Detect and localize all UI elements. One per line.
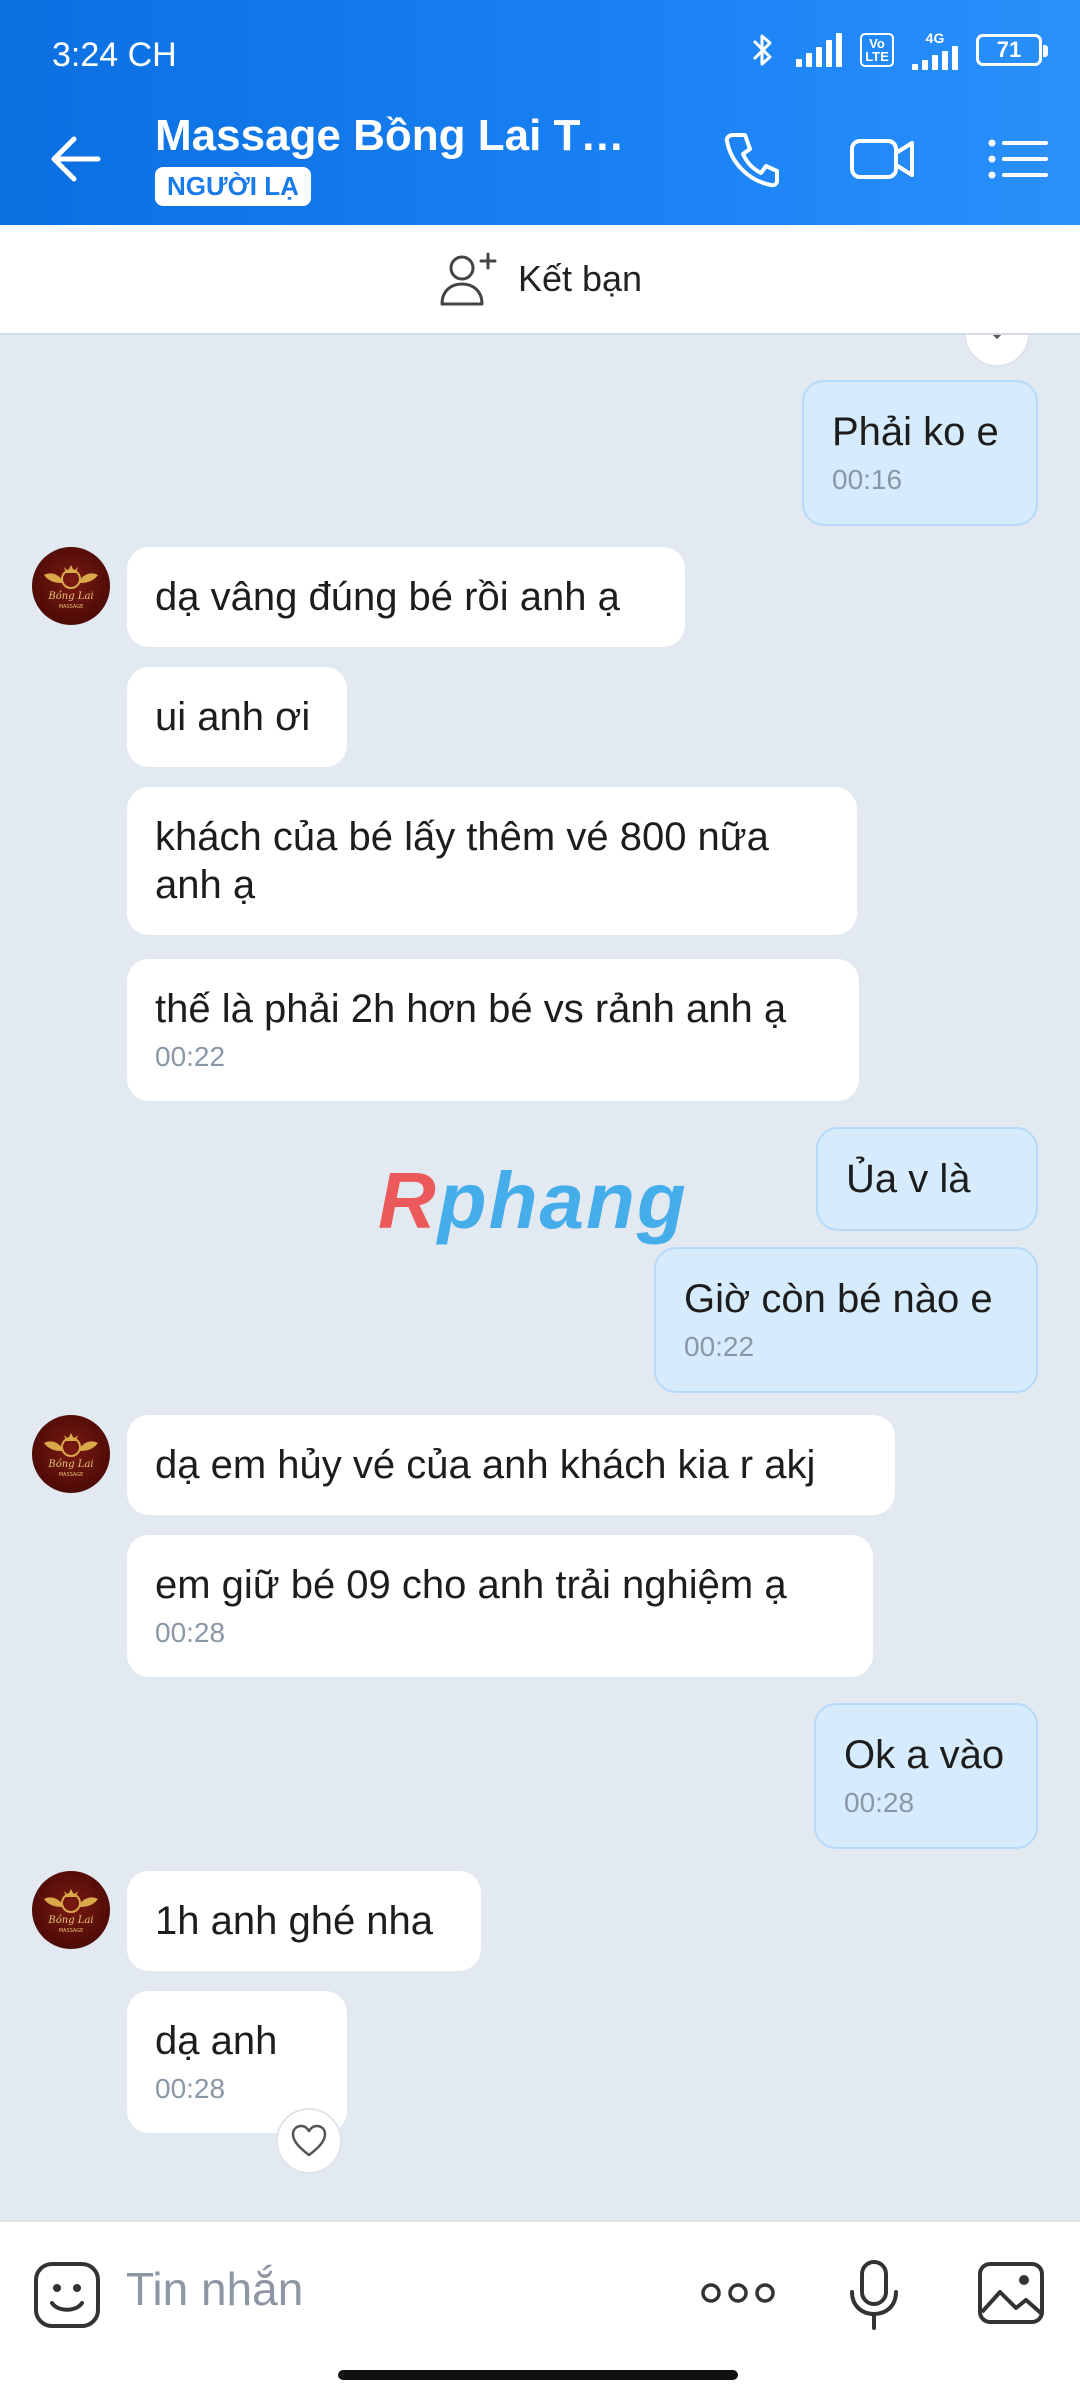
message-text: dạ anh xyxy=(155,2019,278,2063)
message-text: dạ vâng đúng bé rồi anh ạ xyxy=(155,575,620,619)
watermark-part1: R xyxy=(378,1156,438,1245)
add-friend-label: Kết bạn xyxy=(517,258,643,299)
home-indicator[interactable] xyxy=(338,2370,738,2380)
status-bar: 3:24 CH Vo LTE 4G 71 xyxy=(0,0,1080,95)
message-bubble[interactable]: Phải ko e 00:16 xyxy=(802,380,1038,526)
message-text: Ủa v là xyxy=(846,1157,971,1201)
watermark-logo: Rphang xyxy=(378,1155,688,1247)
message-time: 00:28 xyxy=(155,2073,226,2104)
more-dots-icon[interactable] xyxy=(700,2278,776,2308)
message-bubble[interactable]: 1h anh ghé nha xyxy=(127,1871,481,1971)
status-time: 3:24 CH xyxy=(52,36,177,74)
chat-title[interactable]: Massage Bồng Lai Thủ... xyxy=(155,111,645,161)
avatar[interactable]: Bồng Lai MASSAGE xyxy=(32,547,110,625)
message-text: 1h anh ghé nha xyxy=(155,1899,434,1943)
add-friend-icon xyxy=(440,252,497,306)
avatar[interactable]: Bồng Lai MASSAGE xyxy=(32,1415,110,1493)
message-bubble[interactable]: em giữ bé 09 cho anh trải nghiệm ạ 00:28 xyxy=(127,1535,873,1677)
message-time: 00:16 xyxy=(832,464,903,495)
svg-text:MASSAGE: MASSAGE xyxy=(59,1472,84,1478)
network-type: 4G xyxy=(925,30,945,46)
message-text: Ok a vào xyxy=(844,1733,1005,1777)
message-bubble[interactable]: Ủa v là xyxy=(816,1127,1038,1231)
image-icon[interactable] xyxy=(976,2260,1046,2326)
svg-text:Bồng Lai: Bồng Lai xyxy=(47,1915,93,1926)
message-text: Phải ko e xyxy=(832,410,999,454)
emoji-icon[interactable] xyxy=(32,2260,102,2330)
top-bar: 3:24 CH Vo LTE 4G 71 Massage Bồng Lai Th… xyxy=(0,0,1080,225)
message-bubble[interactable]: ui anh ơi xyxy=(127,667,347,767)
network-indicator: 4G xyxy=(912,30,958,70)
message-text: khách của bé lấy thêm vé 800 nữa anh ạ xyxy=(155,815,769,907)
signal-icon xyxy=(796,33,842,67)
avatar[interactable]: Bồng Lai MASSAGE xyxy=(32,1871,110,1949)
reaction-button[interactable] xyxy=(276,2108,342,2174)
bong-lai-logo: Bồng Lai MASSAGE xyxy=(44,565,98,610)
status-icons: Vo LTE 4G 71 xyxy=(748,30,1048,70)
message-bubble[interactable]: Giờ còn bé nào e 00:22 xyxy=(654,1247,1038,1393)
message-text: em giữ bé 09 cho anh trải nghiệm ạ xyxy=(155,1563,787,1607)
microphone-icon[interactable] xyxy=(846,2258,902,2334)
message-bubble[interactable]: dạ em hủy vé của anh khách kia r akj xyxy=(127,1415,895,1515)
bluetooth-icon xyxy=(752,34,772,66)
message-text: Giờ còn bé nào e xyxy=(684,1277,993,1321)
message-bubble[interactable]: khách của bé lấy thêm vé 800 nữa anh ạ xyxy=(127,787,857,935)
back-arrow-icon[interactable] xyxy=(40,123,112,195)
message-time: 00:22 xyxy=(684,1331,755,1362)
add-friend-bar[interactable]: Kết bạn xyxy=(0,225,1080,335)
message-time: 00:28 xyxy=(155,1617,226,1648)
message-text: thế là phải 2h hơn bé vs rảnh anh ạ xyxy=(155,987,787,1031)
volte-badge: Vo LTE xyxy=(860,33,894,67)
battery-icon: 71 xyxy=(976,34,1048,66)
message-text: ui anh ơi xyxy=(155,695,311,739)
menu-list-icon[interactable] xyxy=(982,123,1054,195)
heart-icon xyxy=(291,2124,327,2157)
phone-icon[interactable] xyxy=(715,123,787,195)
chat-area[interactable]: Phải ko e 00:16 Bồng Lai MASSAGE dạ vâng … xyxy=(0,335,1080,2220)
message-time: 00:22 xyxy=(155,1041,226,1072)
svg-text:Bồng Lai: Bồng Lai xyxy=(47,1459,93,1470)
bong-lai-logo: Bồng Lai MASSAGE xyxy=(44,1433,98,1478)
chevron-down-icon xyxy=(992,335,1002,340)
video-call-icon[interactable] xyxy=(846,123,918,195)
chat-header: Massage Bồng Lai Thủ... NGƯỜI LẠ xyxy=(0,95,1080,225)
bong-lai-logo: Bồng Lai MASSAGE xyxy=(44,1889,98,1934)
signal-icon-2 xyxy=(912,46,958,70)
message-input[interactable]: Tin nhắn xyxy=(126,2262,303,2316)
message-bubble[interactable]: thế là phải 2h hơn bé vs rảnh anh ạ 00:2… xyxy=(127,959,859,1101)
message-text: dạ em hủy vé của anh khách kia r akj xyxy=(155,1443,816,1487)
stranger-badge: NGƯỜI LẠ xyxy=(155,167,311,206)
message-bubble[interactable]: Ok a vào 00:28 xyxy=(814,1703,1038,1849)
svg-text:MASSAGE: MASSAGE xyxy=(59,1928,84,1934)
watermark-part2: phang xyxy=(437,1156,688,1245)
collapsed-reaction[interactable] xyxy=(964,335,1030,367)
svg-text:Bồng Lai: Bồng Lai xyxy=(47,591,93,602)
svg-text:MASSAGE: MASSAGE xyxy=(59,604,84,610)
battery-level: 71 xyxy=(996,37,1022,62)
message-time: 00:28 xyxy=(844,1787,915,1818)
message-bubble[interactable]: dạ vâng đúng bé rồi anh ạ xyxy=(127,547,685,647)
